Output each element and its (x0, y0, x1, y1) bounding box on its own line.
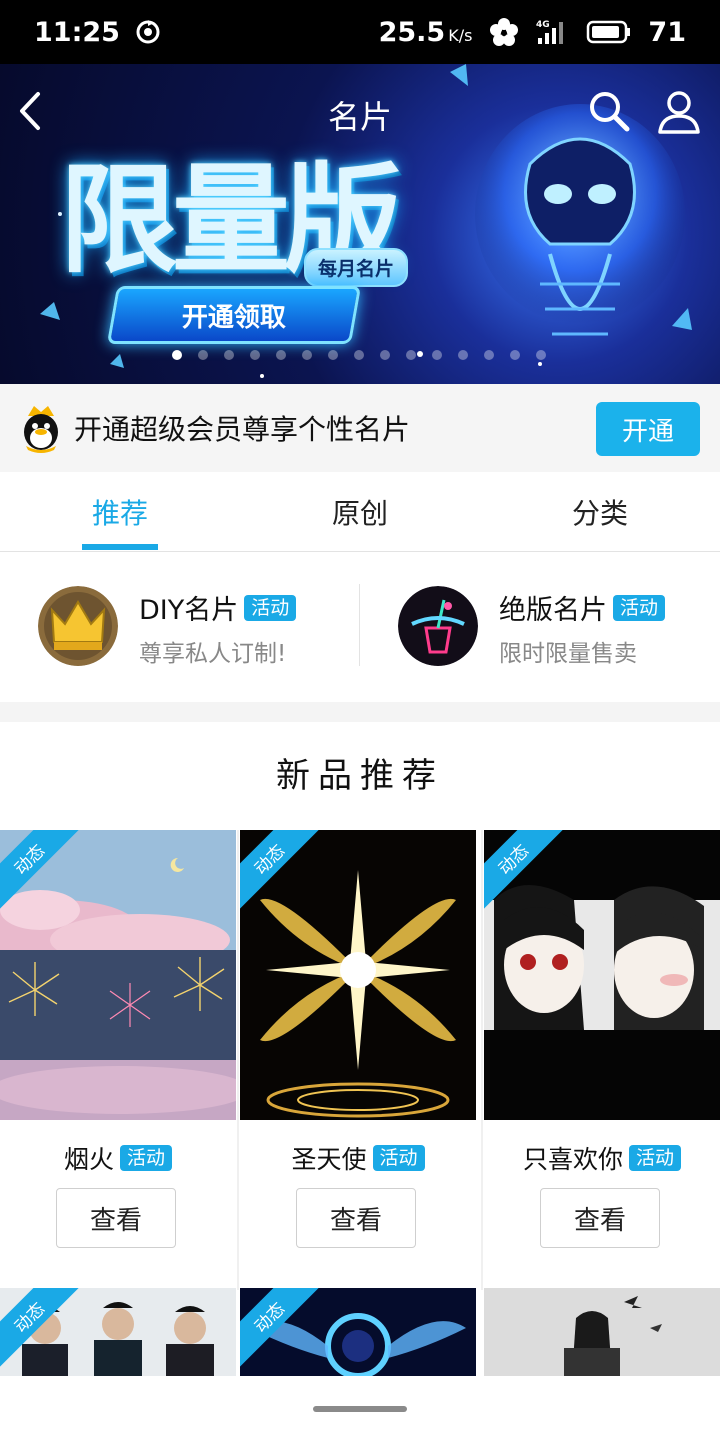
carousel-dots[interactable] (172, 350, 546, 360)
activity-tag: 活动 (613, 594, 666, 621)
system-nav-bar (0, 1376, 720, 1440)
battery-icon (586, 19, 632, 45)
vip-promo-bar: 开通超级会员尊享个性名片 开通 (0, 384, 720, 472)
carousel-dot[interactable] (432, 350, 442, 360)
vip-promo-text: 开通超级会员尊享个性名片 (74, 413, 411, 446)
flower-icon (488, 16, 520, 48)
carousel-dot[interactable] (302, 350, 312, 360)
profile-button[interactable] (654, 86, 704, 136)
net-speed: 25.5 K/s (378, 16, 473, 48)
tab-original[interactable]: 原创 (240, 472, 480, 552)
carousel-dot[interactable] (172, 350, 182, 360)
carousel-dot[interactable] (250, 350, 260, 360)
skull-character-image (475, 104, 685, 336)
crown-avatar (38, 586, 118, 666)
view-button[interactable]: 查看 (56, 1188, 176, 1248)
card-separator (481, 830, 483, 1290)
view-button[interactable]: 查看 (296, 1188, 416, 1248)
carousel-dot[interactable] (224, 350, 234, 360)
status-time: 11:25 (34, 16, 120, 48)
banner-sub-badge: 每月名片 (304, 248, 409, 287)
carousel-dot[interactable] (276, 350, 286, 360)
feature-title: 绝版名片 活动 (499, 588, 666, 627)
comic-thumbnail[interactable]: 动态 (484, 830, 720, 1120)
feature-desc: 限时限量售卖 (499, 641, 637, 667)
status-bar: 11:25 25.5 K/s 4G 71 (0, 0, 720, 64)
vip-open-button[interactable]: 开通 (596, 402, 700, 456)
activity-tag: 活动 (372, 1145, 425, 1171)
divider (359, 584, 360, 666)
activity-tag: 活动 (629, 1145, 682, 1171)
feature-desc: 尊享私人订制! (139, 641, 287, 667)
feature-limited-card[interactable]: 绝版名片 活动 限时限量售卖 (398, 586, 708, 668)
angel-thumbnail[interactable]: 动态 (240, 830, 476, 1120)
card-separator (237, 830, 239, 1290)
battery-level: 71 (648, 16, 686, 48)
activity-tag: 活动 (244, 594, 297, 621)
section-gap (0, 702, 720, 722)
activity-tag: 活动 (120, 1145, 173, 1171)
card-title: 烟火 活动 (0, 1140, 236, 1176)
card-row2-swordsman[interactable] (484, 1288, 720, 1376)
carousel-dot[interactable] (354, 350, 364, 360)
qq-penguin-icon (24, 406, 58, 453)
carousel-dot[interactable] (484, 350, 494, 360)
cool-drink-icon (398, 586, 478, 666)
banner-cta-button[interactable]: 开通领取 (106, 286, 362, 344)
feature-diy-card[interactable]: DIY名片 活动 尊享私人订制! (38, 586, 348, 668)
view-button[interactable]: 查看 (540, 1188, 660, 1248)
card-row2-wings[interactable]: 动态 (240, 1288, 476, 1376)
carousel-dot[interactable] (380, 350, 390, 360)
card-title: 圣天使 活动 (240, 1140, 476, 1176)
home-indicator[interactable] (313, 1406, 407, 1412)
section-title: 新品推荐 (276, 756, 444, 796)
feature-row: DIY名片 活动 尊享私人订制! 绝版名片 活动 限时限量售卖 (0, 552, 720, 702)
carousel-dot[interactable] (458, 350, 468, 360)
card-row2-boyband[interactable]: 动态 (0, 1288, 236, 1376)
tab-category[interactable]: 分类 (480, 472, 720, 552)
tab-recommend[interactable]: 推荐 (0, 472, 240, 552)
fireworks-thumbnail[interactable]: 动态 (0, 830, 236, 1120)
search-button[interactable] (584, 86, 634, 136)
user-icon (658, 91, 700, 134)
carousel-dot[interactable] (328, 350, 338, 360)
active-tab-indicator (82, 544, 158, 550)
cool-avatar (398, 586, 478, 666)
carousel-dot[interactable] (536, 350, 546, 360)
promo-banner[interactable]: 限量版 每月名片 开通领取 名片 (0, 64, 720, 384)
sync-icon (134, 18, 162, 46)
category-tabs: 推荐 原创 分类 (0, 472, 720, 552)
carousel-dot[interactable] (198, 350, 208, 360)
card-title: 只喜欢你 活动 (484, 1140, 720, 1176)
signal-icon: 4G (536, 18, 570, 46)
search-icon (590, 92, 630, 132)
carousel-dot[interactable] (510, 350, 520, 360)
crown-icon (38, 586, 118, 666)
carousel-dot[interactable] (406, 350, 416, 360)
feature-title: DIY名片 活动 (139, 588, 297, 627)
network-label: 4G (536, 20, 550, 30)
